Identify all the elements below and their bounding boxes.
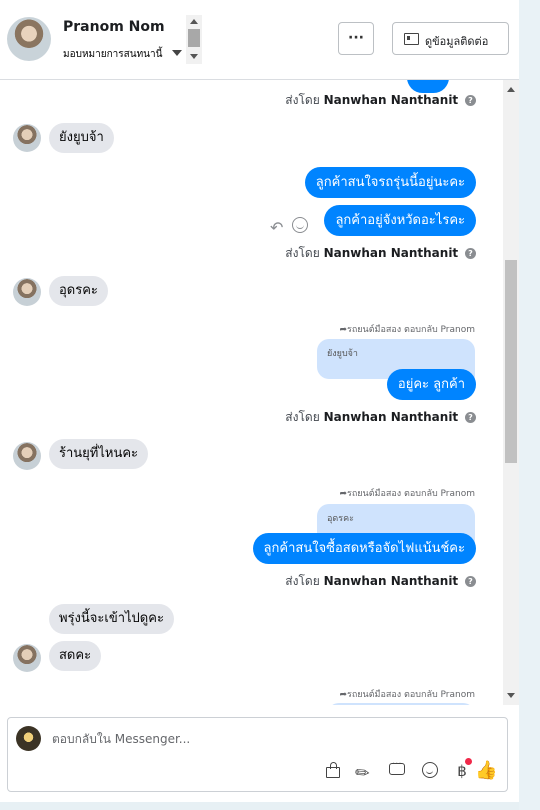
agent-name: Nanwhan Nanthanit [323, 574, 459, 588]
scroll-up-arrow-icon[interactable] [190, 19, 198, 24]
sent-by-label: ส่งโดย Nanwhan Nanthanit ? [285, 408, 476, 427]
scroll-up-arrow-icon[interactable] [507, 87, 515, 92]
outgoing-message[interactable]: ลูกค้าสนใจซื้อสดหรือจัดไฟแน้นช์คะ [252, 533, 476, 564]
agent-name: Nanwhan Nanthanit [323, 93, 459, 107]
incoming-message[interactable]: สดคะ [49, 641, 102, 671]
reply-header: ➦รถยนต์มือสอง ตอบกลับ Pranom [339, 690, 475, 700]
view-contact-info-label: ดูข้อมูลติดต่อ [425, 35, 489, 48]
info-icon[interactable]: ? [465, 576, 476, 587]
reply-input[interactable] [52, 732, 452, 746]
reply-icon[interactable]: ↶ [270, 218, 283, 237]
sent-by-label: ส่งโดย Nanwhan Nanthanit ? [285, 91, 476, 110]
message-composer: ✎ ฿ 👍 [7, 717, 508, 792]
incoming-message[interactable]: อุดรคะ [49, 276, 108, 306]
incoming-message[interactable]: ยังยูบจ้า [49, 123, 114, 153]
info-icon[interactable]: ? [465, 95, 476, 106]
page-avatar [16, 726, 41, 751]
conversation-header: Pranom Nom มอบหมายการสนทนานี้ ··· ดูข้อม… [0, 0, 519, 80]
emoji-icon[interactable] [292, 217, 308, 233]
assign-conversation-dropdown[interactable]: มอบหมายการสนทนานี้ [63, 47, 162, 62]
sent-by-label: ส่งโดย Nanwhan Nanthanit ? [285, 244, 476, 263]
scrollbar-thumb[interactable] [188, 29, 200, 47]
contact-card-icon [404, 33, 419, 45]
agent-name: Nanwhan Nanthanit [323, 246, 459, 260]
incoming-message[interactable]: พรุ่งนี้จะเข้าไปดูคะ [49, 604, 174, 634]
info-icon[interactable]: ? [465, 412, 476, 423]
contact-name[interactable]: Pranom Nom [63, 19, 165, 35]
scrollbar-thumb[interactable] [505, 260, 517, 463]
incoming-message[interactable]: ร้านยุที่ไหนคะ [49, 439, 149, 469]
contact-avatar-small [13, 124, 41, 152]
contact-avatar-small [13, 442, 41, 470]
thumbs-up-icon[interactable]: 👍 [475, 760, 497, 782]
contact-avatar-small [13, 644, 41, 672]
scroll-down-arrow-icon[interactable] [507, 693, 515, 698]
outgoing-message[interactable]: ลูกค้าอยู่จังหวัดอะไรคะ [324, 205, 476, 236]
contact-avatar-small [13, 278, 41, 306]
outgoing-message[interactable]: อยู่คะ ลูกค้า [386, 369, 476, 400]
scroll-down-arrow-icon[interactable] [190, 54, 198, 59]
header-scrollbar[interactable] [186, 15, 202, 64]
sent-by-label: ส่งโดย Nanwhan Nanthanit ? [285, 572, 476, 591]
chevron-down-icon[interactable] [172, 50, 182, 56]
page-background-edge [519, 0, 540, 810]
quoted-message-partial[interactable] [327, 703, 475, 705]
shopping-bag-icon[interactable] [323, 760, 345, 782]
thread-scrollbar[interactable] [503, 80, 519, 705]
composer-toolbar: ✎ ฿ 👍 [323, 758, 499, 786]
notification-dot [465, 758, 472, 765]
agent-name: Nanwhan Nanthanit [323, 410, 459, 424]
info-icon[interactable]: ? [465, 248, 476, 259]
outgoing-message[interactable]: ลูกค้าสนใจรถรุ่นนี้อยู่นะคะ [304, 167, 476, 198]
baht-payment-icon[interactable]: ฿ [451, 758, 473, 782]
view-contact-info-button[interactable]: ดูข้อมูลติดต่อ [392, 22, 509, 55]
emoji-icon[interactable] [420, 760, 442, 782]
reply-header: ➦รถยนต์มือสอง ตอบกลับ Pranom [339, 325, 475, 335]
message-thread[interactable]: ส่งโดย Nanwhan Nanthanit ? ยังยูบจ้า ลูก… [0, 80, 503, 705]
more-options-button[interactable]: ··· [338, 22, 374, 55]
reply-header: ➦รถยนต์มือสอง ตอบกลับ Pranom [339, 489, 475, 499]
paperclip-icon[interactable]: ✎ [351, 756, 382, 787]
saved-replies-icon[interactable] [387, 759, 409, 782]
contact-avatar[interactable] [7, 17, 51, 61]
conversation-panel: Pranom Nom มอบหมายการสนทนานี้ ··· ดูข้อม… [0, 0, 519, 802]
